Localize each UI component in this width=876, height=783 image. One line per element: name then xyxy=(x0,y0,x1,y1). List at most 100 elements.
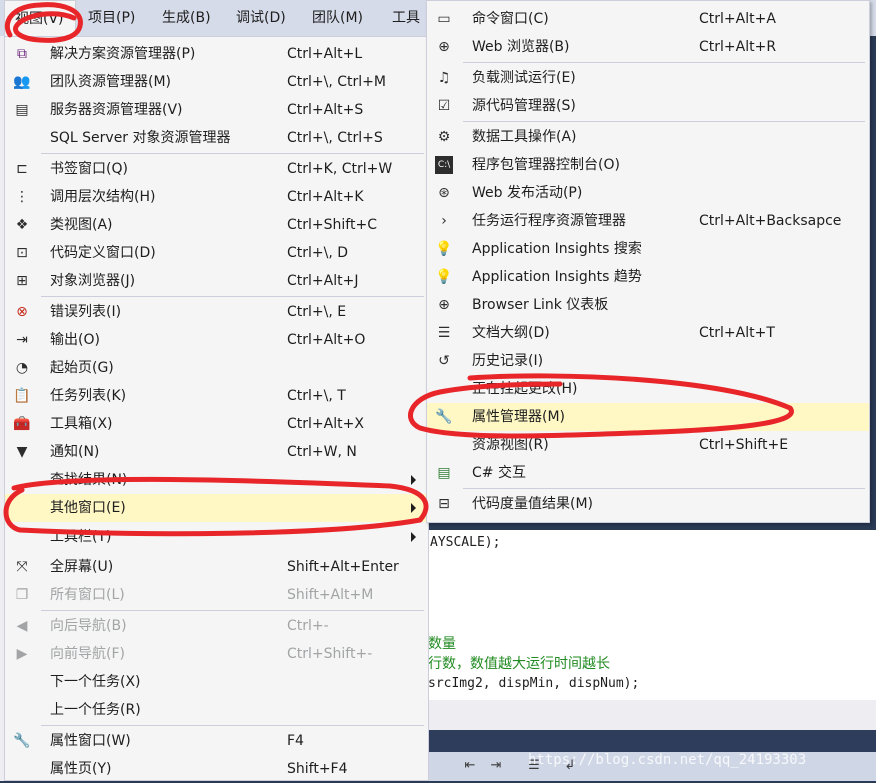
browser-link-icon: ⊕ xyxy=(438,297,450,313)
solution-explorer-icon: ⧉ xyxy=(17,46,27,62)
submenu-arrow-icon xyxy=(411,503,416,513)
code-comment-line: 数量 xyxy=(428,636,456,652)
package-console-icon: C:\ xyxy=(435,156,453,174)
menu-item-toolbars[interactable]: 工具栏(T) xyxy=(5,523,428,551)
menu-item-full-screen[interactable]: ⤧ 全屏幕(U) Shift+Alt+Enter xyxy=(5,553,428,581)
menu-item-notifications[interactable]: ▼ 通知(N) Ctrl+W, N xyxy=(5,438,428,466)
menu-item-class-view[interactable]: ❖ 类视图(A) Ctrl+Shift+C xyxy=(5,211,428,239)
menu-item-sql-server-explorer[interactable]: SQL Server 对象资源管理器 Ctrl+\, Ctrl+S xyxy=(5,124,428,152)
menu-item-resource-view[interactable]: 资源视图(R) Ctrl+Shift+E xyxy=(427,431,869,459)
menu-item-source-control[interactable]: ☑ 源代码管理器(S) xyxy=(427,92,869,120)
menu-item-output[interactable]: ⇥ 输出(O) Ctrl+Alt+O xyxy=(5,326,428,354)
menu-separator xyxy=(41,296,424,297)
menu-item-start-page[interactable]: ◔ 起始页(G) xyxy=(5,354,428,382)
navigate-back-icon: ◀ xyxy=(16,618,28,634)
team-explorer-icon: 👥 xyxy=(13,74,31,90)
menu-debug[interactable]: 调试(D) xyxy=(236,0,286,36)
bookmark-icon: ⊏ xyxy=(16,161,28,177)
class-view-icon: ❖ xyxy=(15,217,29,233)
code-line: AYSCALE); xyxy=(430,535,501,550)
menu-item-server-explorer[interactable]: ▤ 服务器资源管理器(V) Ctrl+Alt+S xyxy=(5,96,428,124)
menu-item-call-hierarchy[interactable]: ⋮ 调用层次结构(H) Ctrl+Alt+K xyxy=(5,183,428,211)
align-left-icon[interactable]: ⇤ xyxy=(460,757,480,775)
submenu-arrow-icon xyxy=(411,475,416,485)
menu-item-team-explorer[interactable]: 👥 团队资源管理器(M) Ctrl+\, Ctrl+M xyxy=(5,68,428,96)
menu-separator xyxy=(41,725,424,726)
task-runner-icon: › xyxy=(441,213,447,229)
menu-item-task-runner-explorer[interactable]: › 任务运行程序资源管理器 Ctrl+Alt+Backsapce xyxy=(427,207,869,235)
menu-separator xyxy=(41,153,424,154)
menu-build[interactable]: 生成(B) xyxy=(162,0,211,36)
menu-item-document-outline[interactable]: ☰ 文档大纲(D) Ctrl+Alt+T xyxy=(427,319,869,347)
menu-tools[interactable]: 工具 xyxy=(392,0,420,36)
csharp-interactive-icon: ▤ xyxy=(437,465,451,481)
menu-item-code-metrics-results[interactable]: ⊟ 代码度量值结果(M) xyxy=(427,490,869,518)
menu-item-toolbox[interactable]: 🧰 工具箱(X) Ctrl+Alt+X xyxy=(5,410,428,438)
menu-item-property-manager[interactable]: 🔧 属性管理器(M) xyxy=(427,403,869,431)
menu-separator xyxy=(463,121,865,122)
menu-item-properties-window[interactable]: 🔧 属性窗口(W) F4 xyxy=(5,727,428,755)
menu-separator xyxy=(41,610,424,611)
properties-wrench-icon: 🔧 xyxy=(13,733,31,749)
output-icon: ⇥ xyxy=(16,332,28,348)
navigate-forward-icon: ▶ xyxy=(16,646,28,662)
code-line: srcImg2, dispMin, dispNum); xyxy=(428,676,640,691)
full-screen-icon: ⤧ xyxy=(16,559,28,575)
view-dropdown-menu: ⧉ 解决方案资源管理器(P) Ctrl+Alt+L 👥 团队资源管理器(M) C… xyxy=(4,36,429,781)
code-editor[interactable]: AYSCALE); 数量 行数，数值越大运行时间越长 srcImg2, disp… xyxy=(428,530,876,700)
menu-item-other-windows[interactable]: 其他窗口(E) xyxy=(5,494,428,522)
menu-item-next-task[interactable]: 下一个任务(X) xyxy=(5,668,428,696)
menu-team[interactable]: 团队(M) xyxy=(312,0,363,36)
start-page-icon: ◔ xyxy=(15,360,29,376)
insights-trend-icon: 💡 xyxy=(435,269,453,285)
insights-search-icon: 💡 xyxy=(435,241,453,257)
source-control-icon: ☑ xyxy=(437,98,451,114)
menu-item-task-list[interactable]: 📋 任务列表(K) Ctrl+\, T xyxy=(5,382,428,410)
web-publish-icon: ⊛ xyxy=(438,185,450,201)
all-windows-icon: ❐ xyxy=(15,587,29,603)
notification-icon: ▼ xyxy=(16,444,28,460)
menu-item-insights-trends[interactable]: 💡 Application Insights 趋势 xyxy=(427,263,869,291)
menu-item-load-test-runs[interactable]: ♫ 负载测试运行(E) xyxy=(427,64,869,92)
menu-item-csharp-interactive[interactable]: ▤ C# 交互 xyxy=(427,459,869,487)
history-icon: ↺ xyxy=(438,353,450,369)
other-windows-submenu: ▭ 命令窗口(C) Ctrl+Alt+A ⊕ Web 浏览器(B) Ctrl+A… xyxy=(426,0,870,523)
menu-project[interactable]: 项目(P) xyxy=(88,0,135,36)
property-manager-icon: 🔧 xyxy=(435,409,453,425)
code-metrics-icon: ⊟ xyxy=(438,496,450,512)
data-tools-icon: ⚙ xyxy=(437,129,451,145)
menu-item-code-definition[interactable]: ⊡ 代码定义窗口(D) Ctrl+\, D xyxy=(5,239,428,267)
menu-item-property-pages[interactable]: 属性页(Y) Shift+F4 xyxy=(5,755,428,783)
menu-item-object-browser[interactable]: ⊞ 对象浏览器(J) Ctrl+Alt+J xyxy=(5,267,428,295)
align-right-icon[interactable]: ⇥ xyxy=(486,757,506,775)
menu-item-navigate-forward[interactable]: ▶ 向前导航(F) Ctrl+Shift+- xyxy=(5,640,428,668)
menu-item-all-windows[interactable]: ❐ 所有窗口(L) Shift+Alt+M xyxy=(5,581,428,609)
menu-item-previous-task[interactable]: 上一个任务(R) xyxy=(5,696,428,724)
menu-item-command-window[interactable]: ▭ 命令窗口(C) Ctrl+Alt+A xyxy=(427,5,869,33)
web-browser-icon: ⊕ xyxy=(438,39,450,55)
load-test-icon: ♫ xyxy=(437,70,451,86)
menu-view[interactable]: 视图(V) xyxy=(4,0,76,36)
toolbox-icon: 🧰 xyxy=(13,416,31,432)
menu-item-web-browser[interactable]: ⊕ Web 浏览器(B) Ctrl+Alt+R xyxy=(427,33,869,61)
menu-item-solution-explorer[interactable]: ⧉ 解决方案资源管理器(P) Ctrl+Alt+L xyxy=(5,40,428,68)
menu-item-find-results[interactable]: 查找结果(N) xyxy=(5,466,428,494)
menu-item-error-list[interactable]: ⊗ 错误列表(I) Ctrl+\, E xyxy=(5,298,428,326)
menu-item-data-tools-operations[interactable]: ⚙ 数据工具操作(A) xyxy=(427,123,869,151)
menu-item-history[interactable]: ↺ 历史记录(I) xyxy=(427,347,869,375)
menu-item-insights-search[interactable]: 💡 Application Insights 搜索 xyxy=(427,235,869,263)
code-comment-line: 行数，数值越大运行时间越长 xyxy=(428,656,610,672)
document-outline-icon: ☰ xyxy=(437,325,451,341)
submenu-arrow-icon xyxy=(411,532,416,542)
menu-item-web-publish-activity[interactable]: ⊛ Web 发布活动(P) xyxy=(427,179,869,207)
menu-item-bookmark-window[interactable]: ⊏ 书签窗口(Q) Ctrl+K, Ctrl+W xyxy=(5,155,428,183)
error-list-icon: ⊗ xyxy=(16,304,28,320)
menu-item-browser-link-dashboard[interactable]: ⊕ Browser Link 仪表板 xyxy=(427,291,869,319)
status-bar xyxy=(428,730,876,752)
object-browser-icon: ⊞ xyxy=(16,273,28,289)
menu-item-package-manager-console[interactable]: C:\ 程序包管理器控制台(O) xyxy=(427,151,869,179)
menu-item-pending-changes[interactable]: 正在挂起更改(H) xyxy=(427,375,869,403)
call-hierarchy-icon: ⋮ xyxy=(15,189,29,205)
menu-item-navigate-back[interactable]: ◀ 向后导航(B) Ctrl+- xyxy=(5,612,428,640)
menu-separator xyxy=(463,488,865,489)
